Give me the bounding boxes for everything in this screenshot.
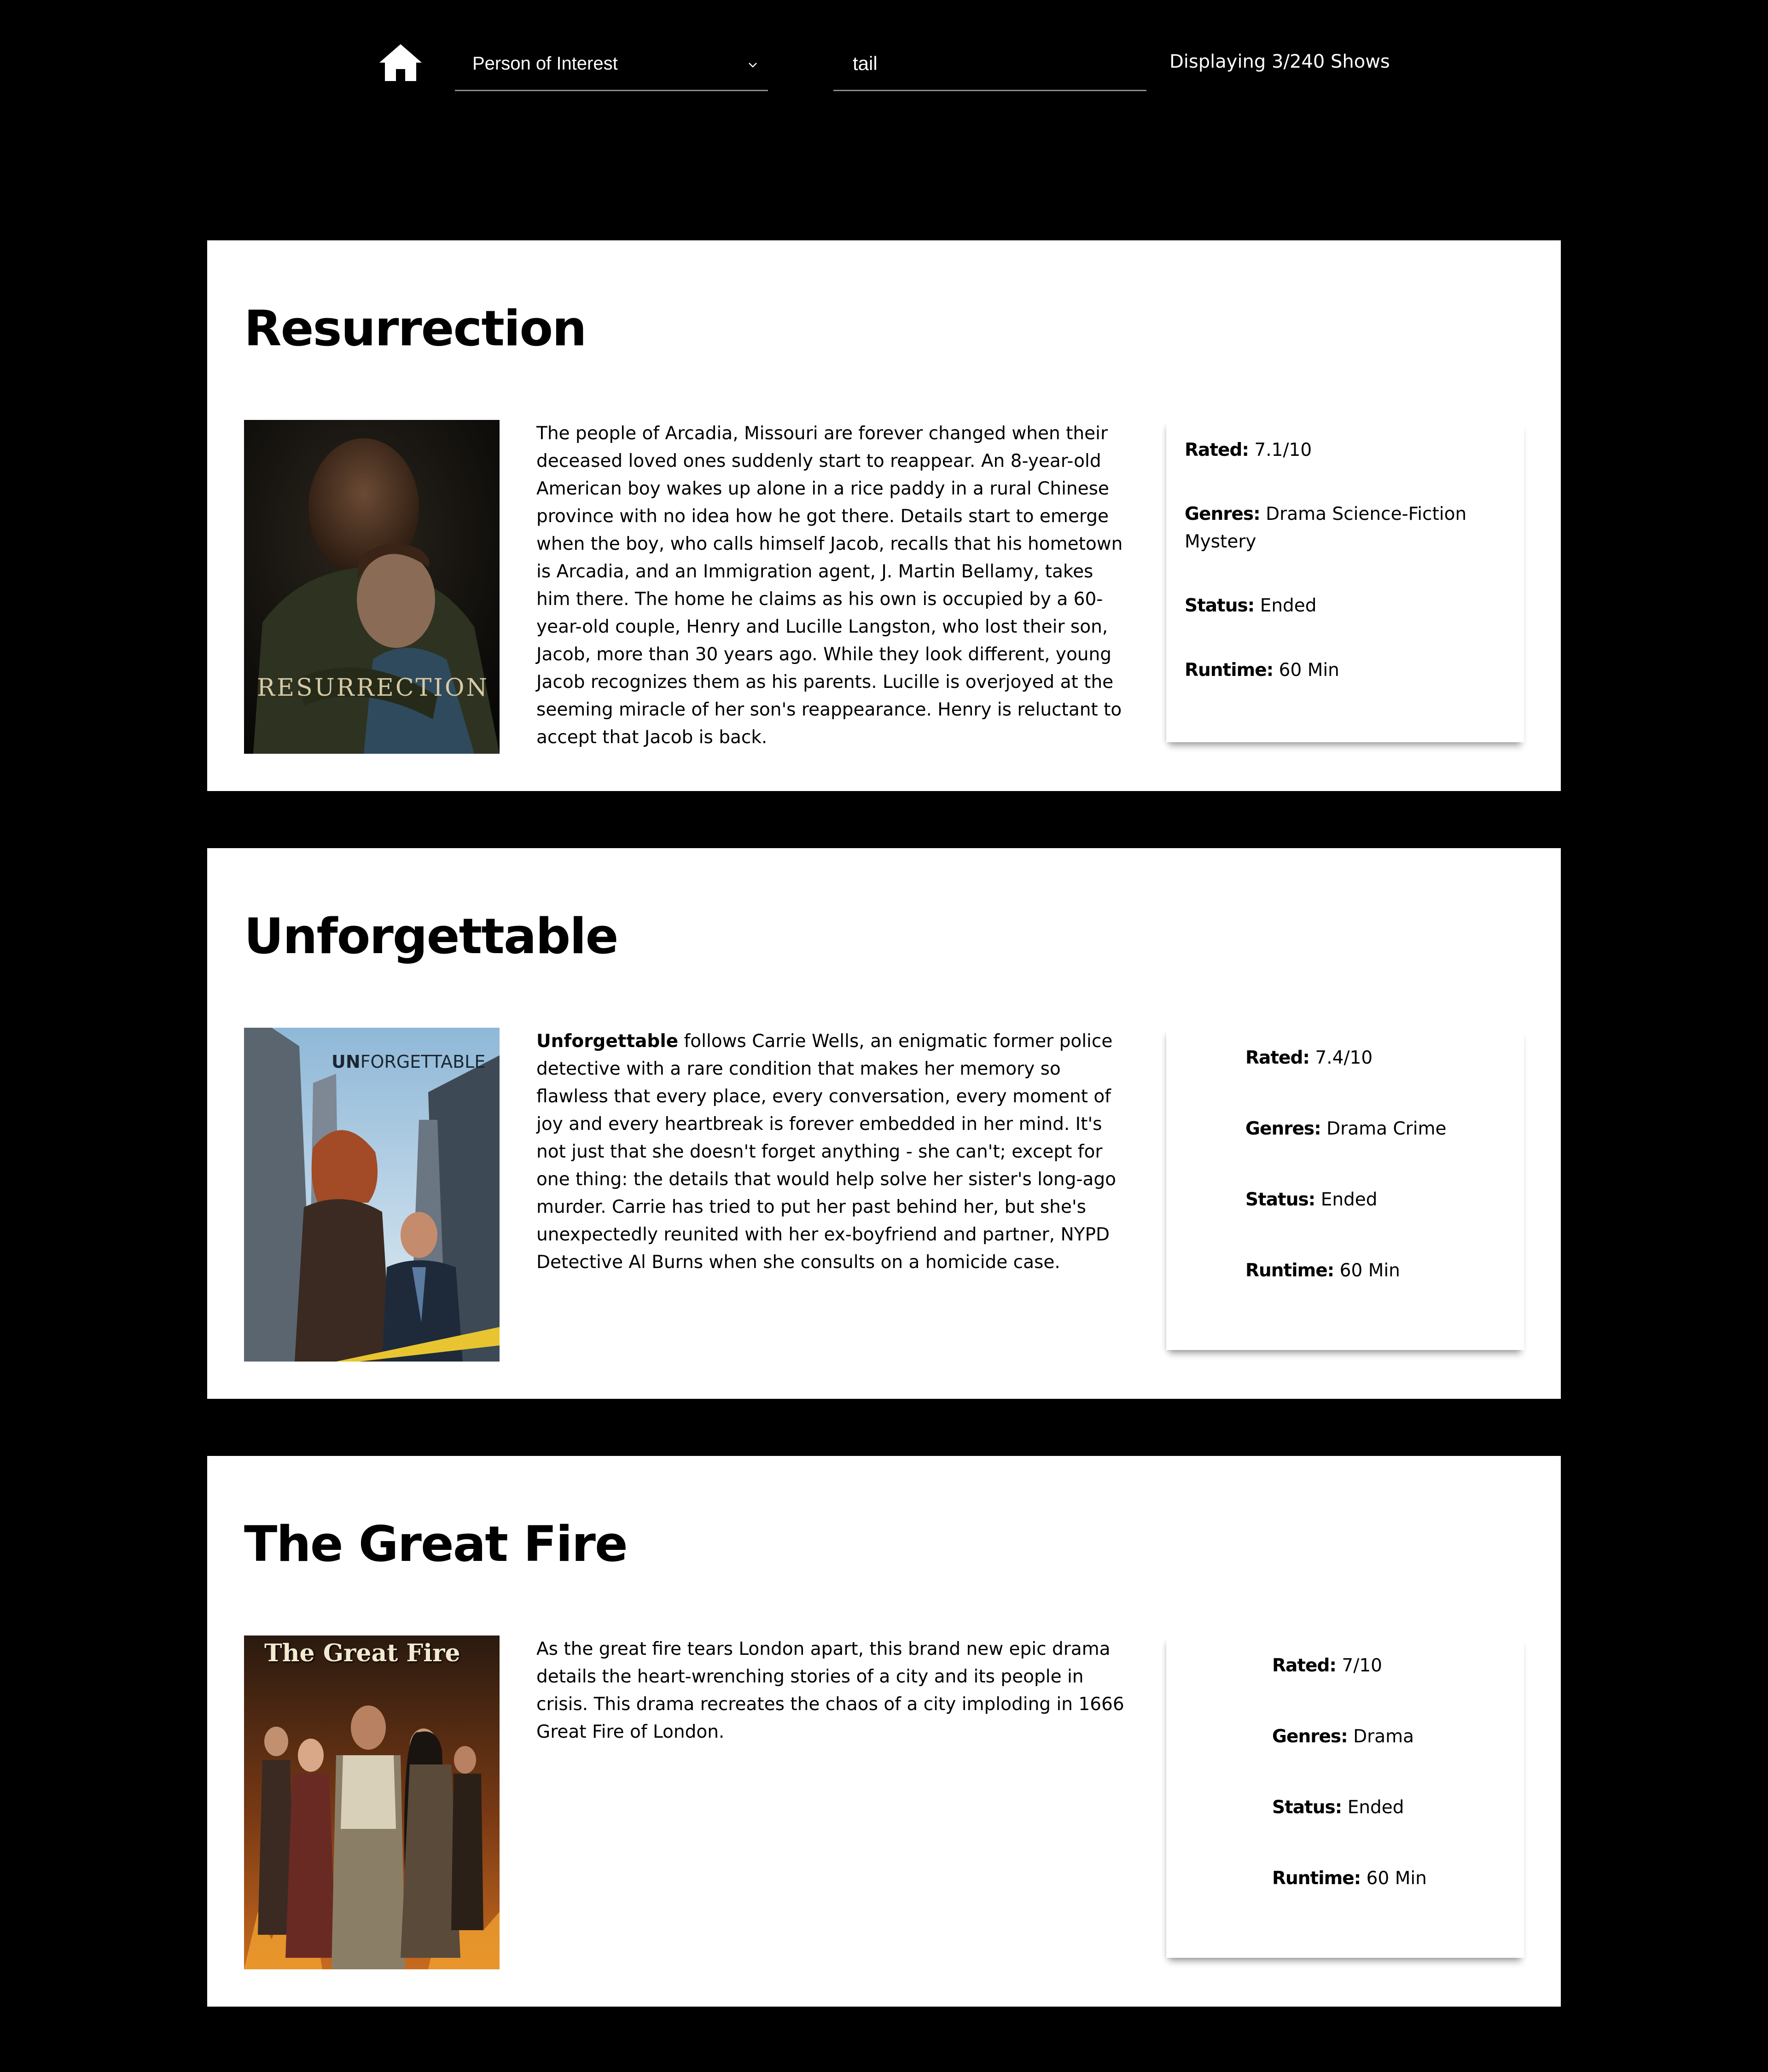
show-card: The Great Fire The Great Fire As the gre… [207,1456,1561,2007]
rating-label: Rated: [1245,1048,1310,1068]
show-card: Unforgettable UNFORGETTABLE Unforgettabl… [207,848,1561,1399]
runtime-value: 60 Min [1339,1260,1400,1281]
rating-value: 7/10 [1342,1655,1382,1676]
rating-row: Rated: 7/10 [1272,1652,1382,1680]
search-field[interactable] [833,45,1146,91]
status-row: Status: Ended [1185,592,1317,620]
show-description: Unforgettable follows Carrie Wells, an e… [536,1031,1116,1273]
show-poster: RESURRECTION [244,420,500,754]
rating-label: Rated: [1185,440,1249,460]
genres-row: Genres: Drama [1272,1723,1414,1751]
genres-row: Genres: Drama Crime [1245,1115,1446,1143]
status-value: Ended [1347,1797,1404,1818]
genres-value: Drama [1353,1726,1414,1747]
status-value: Ended [1260,595,1317,616]
runtime-label: Runtime: [1245,1260,1334,1281]
show-poster: UNFORGETTABLE [244,1028,500,1362]
search-input[interactable] [833,45,1146,88]
runtime-row: Runtime: 60 Min [1185,657,1339,684]
chevron-down-icon [742,54,763,76]
genres-label: Genres: [1272,1726,1348,1747]
genres-row: Genres: Drama Science-Fiction Mystery [1185,501,1507,556]
rating-row: Rated: 7.1/10 [1185,437,1312,464]
genres-label: Genres: [1185,504,1261,524]
runtime-row: Runtime: 60 Min [1245,1257,1400,1285]
show-info-panel: Rated: 7/10 Genres: Drama Status: Ended … [1166,1635,1524,1958]
rating-value: 7.4/10 [1315,1048,1373,1068]
show-title: Unforgettable [244,908,618,965]
poster-title: The Great Fire [264,1639,460,1667]
home-icon[interactable] [378,42,424,83]
runtime-value: 60 Min [1279,660,1339,681]
status-label: Status: [1185,595,1255,616]
show-poster: The Great Fire [244,1635,500,1969]
status-row: Status: Ended [1245,1186,1378,1214]
status-label: Status: [1245,1189,1315,1210]
results-count: Displaying 3/240 Shows [1169,51,1390,72]
show-description: The people of Arcadia, Missouri are fore… [536,423,1123,748]
show-title: The Great Fire [244,1516,628,1572]
top-bar: Person of Interest Displaying 3/240 Show… [0,0,1768,127]
status-label: Status: [1272,1797,1342,1818]
genres-label: Genres: [1245,1118,1321,1139]
runtime-value: 60 Min [1366,1868,1427,1889]
rating-row: Rated: 7.4/10 [1245,1044,1373,1072]
genres-value: Drama Crime [1326,1118,1447,1139]
status-row: Status: Ended [1272,1794,1404,1822]
poster-title: UNFORGETTABLE [332,1052,486,1072]
show-select[interactable]: Person of Interest [455,45,768,91]
runtime-label: Runtime: [1272,1868,1361,1889]
status-value: Ended [1320,1189,1378,1210]
show-info-panel: Rated: 7.4/10 Genres: Drama Crime Status… [1166,1028,1524,1350]
runtime-row: Runtime: 60 Min [1272,1865,1427,1892]
show-title: Resurrection [244,300,587,357]
rating-value: 7.1/10 [1254,440,1312,460]
poster-title: RESURRECTION [257,674,489,702]
show-info-panel: Rated: 7.1/10 Genres: Drama Science-Fict… [1166,420,1524,742]
show-card: Resurrection RESURRECTION The people of … [207,240,1561,791]
show-select-value: Person of Interest [472,53,618,74]
rating-label: Rated: [1272,1655,1337,1676]
show-description: As the great fire tears London apart, th… [536,1639,1124,1742]
runtime-label: Runtime: [1185,660,1274,681]
